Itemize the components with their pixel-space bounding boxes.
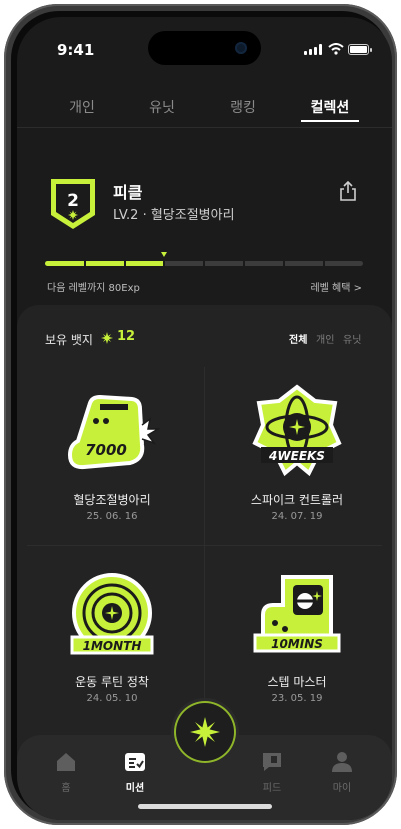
nav-mission[interactable]: 미션 [110,751,160,794]
camera-icon [235,42,247,54]
share-icon[interactable] [339,181,357,201]
timer-badge-icon: 10MINS [253,575,341,653]
tab-collection[interactable]: 컬렉션 [295,97,365,122]
atom-badge-icon: 4WEEKS [252,384,342,477]
top-tabs: 개인 유닛 랭킹 컬렉션 [17,91,392,128]
sparkle-icon [101,332,113,344]
signal-icon [304,44,322,55]
progress-marker [161,252,167,257]
battery-icon [348,44,372,55]
dynamic-island [148,31,261,65]
filter-unit[interactable]: 유닛 [343,331,361,346]
profile-name: 피클 [113,183,143,202]
badge-card[interactable]: 1MONTH 운동 루틴 정착 24. 05. 10 [22,563,202,723]
badge-art-text: 10MINS [271,637,323,651]
status-time: 9:41 [57,41,95,59]
home-icon [57,753,75,771]
badge-art-text: 7000 [85,441,127,459]
mission-icon [125,753,145,771]
grid-divider [204,367,205,757]
tab-unit[interactable]: 유닛 [127,97,197,117]
sparkle-icon [190,717,220,747]
badge-card[interactable]: 7000 혈당조절병아리 25. 06. 16 [22,375,202,535]
target-badge-icon: 1MONTH [70,573,154,655]
owned-badges-count: 12 [117,329,136,344]
badge-date: 24. 05. 10 [86,693,138,704]
wifi-icon [328,43,344,55]
tab-ranking[interactable]: 랭킹 [208,97,278,117]
filter-personal[interactable]: 개인 [316,331,334,346]
active-tab-indicator [301,120,359,122]
owned-badges-label: 보유 뱃지 [45,333,93,347]
badge-art-text: 4WEEKS [268,449,325,463]
level-badge: 2 [51,179,95,229]
profile-subtitle: LV.2 · 혈당조절병아리 [113,208,235,223]
badge-name: 혈당조절병아리 [73,493,151,507]
nav-feed[interactable]: 피드 [247,751,297,794]
next-level-text: 다음 레벨까지 80Exp [47,283,140,294]
level-progress-bar [45,261,363,266]
badge-card[interactable]: 10MINS 스텝 마스터 23. 05. 19 [207,563,387,723]
nav-my[interactable]: 마이 [317,751,367,794]
app-screen: 9:41 개인 유닛 랭킹 컬렉션 2 피클 LV.2 · 혈당조절병아리 다음… [17,17,392,820]
tab-collection-label: 컬렉션 [310,100,350,116]
badge-name: 스텝 마스터 [267,675,327,689]
nav-mission-label: 미션 [125,783,145,794]
nav-home-label: 홈 [61,783,71,794]
center-action-button[interactable] [174,701,236,763]
home-indicator [138,804,272,809]
nav-home[interactable]: 홈 [41,751,91,794]
level-benefit-link[interactable]: 레벨 혜택 > [310,279,362,294]
profile-section: 2 피클 LV.2 · 혈당조절병아리 다음 레벨까지 80Exp 레벨 혜택 … [17,167,392,307]
badge-name: 운동 루틴 정착 [75,675,149,689]
nav-my-label: 마이 [332,783,352,794]
phone-frame: 9:41 개인 유닛 랭킹 컬렉션 2 피클 LV.2 · 혈당조절병아리 다음… [4,4,397,825]
badge-date: 23. 05. 19 [271,693,323,704]
badge-card[interactable]: 4WEEKS 스파이크 컨트롤러 24. 07. 19 [207,375,387,535]
nav-feed-label: 피드 [262,783,282,794]
grid-divider [27,545,382,546]
badge-date: 25. 06. 16 [86,511,138,522]
sneaker-badge-icon: 7000 [67,394,161,470]
tab-personal[interactable]: 개인 [47,97,117,117]
level-progress-fill [45,261,163,266]
status-bar: 9:41 [17,17,392,77]
level-number: 2 [67,191,79,211]
feed-icon [263,753,281,771]
badge-name: 스파이크 컨트롤러 [250,493,344,507]
profile-icon [332,752,352,772]
badge-art-text: 1MONTH [83,639,142,653]
badge-date: 24. 07. 19 [271,511,323,522]
filter-all[interactable]: 전체 [289,331,307,346]
